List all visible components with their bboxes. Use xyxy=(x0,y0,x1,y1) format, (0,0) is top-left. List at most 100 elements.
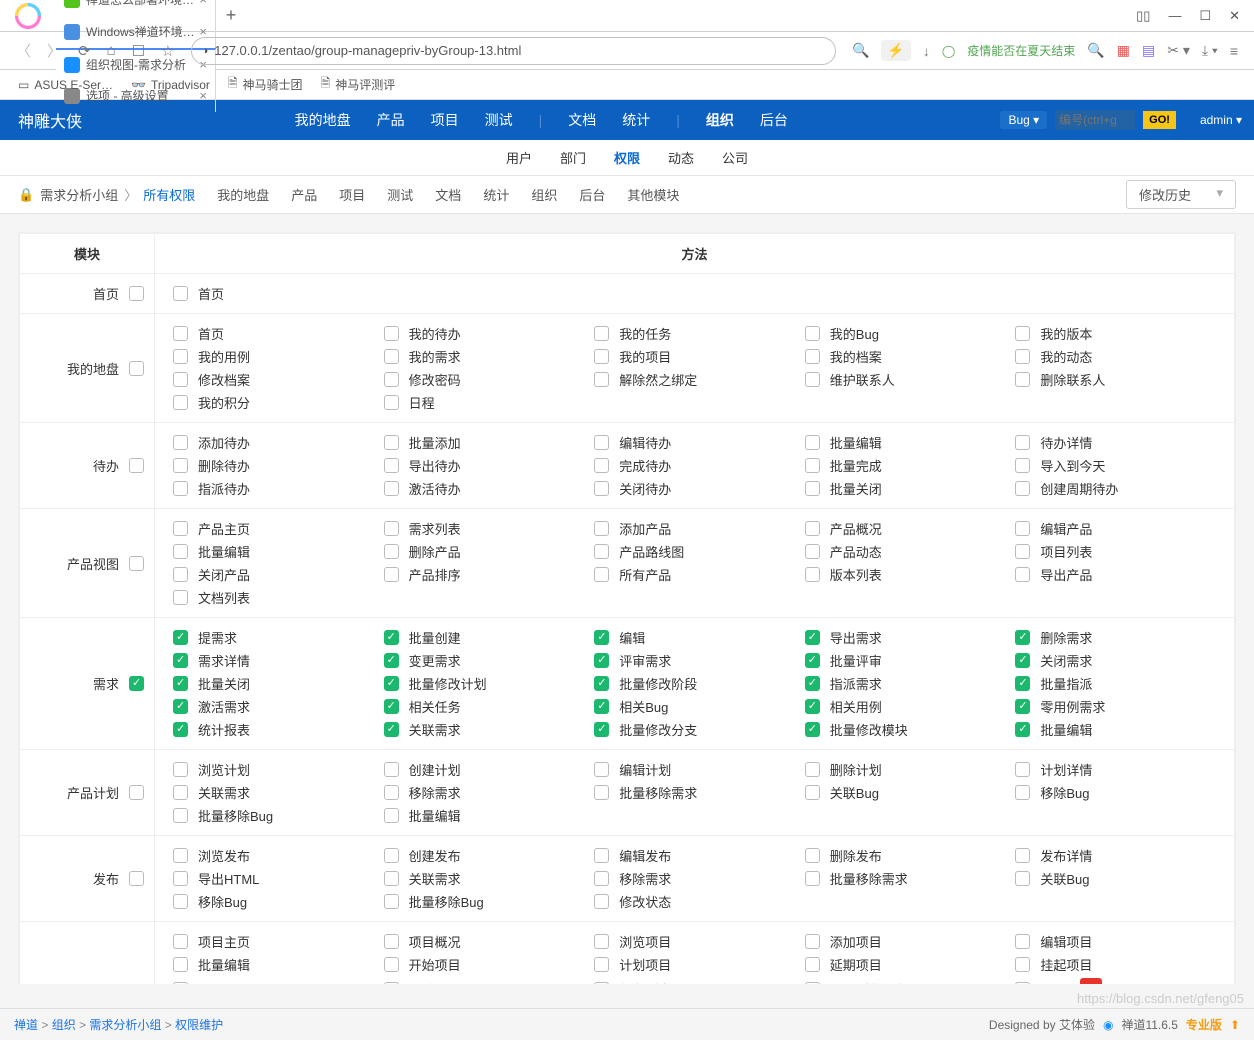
method-item[interactable]: 删除联系人 xyxy=(1015,370,1216,389)
method-checkbox[interactable] xyxy=(594,699,609,714)
method-checkbox[interactable] xyxy=(1015,544,1030,559)
nav-item[interactable]: 我的地盘 xyxy=(295,110,351,130)
method-item[interactable]: 批量编辑 xyxy=(173,542,374,561)
method-item[interactable]: 删除需求 xyxy=(1015,628,1216,647)
method-item[interactable]: 编辑发布 xyxy=(594,846,795,865)
subnav-item[interactable]: 部门 xyxy=(560,148,586,167)
method-item[interactable]: 批量修改阶段 xyxy=(594,674,795,693)
method-item[interactable]: 关联Bug xyxy=(805,783,1006,802)
method-item[interactable]: 维护联系人 xyxy=(805,370,1006,389)
method-item[interactable]: 导入到今天 xyxy=(1015,456,1216,475)
method-item[interactable]: 批量创建 xyxy=(384,628,585,647)
method-checkbox[interactable] xyxy=(384,894,399,909)
nav-item[interactable]: 统计 xyxy=(622,110,650,130)
nav-item[interactable]: 测试 xyxy=(485,110,513,130)
method-checkbox[interactable] xyxy=(1015,676,1030,691)
method-item[interactable]: 批量添加 xyxy=(384,433,585,452)
module-checkbox[interactable] xyxy=(129,458,144,473)
scissors-icon[interactable]: ✂ ▾ xyxy=(1167,42,1190,59)
third-tab[interactable]: 后台 xyxy=(579,185,605,204)
method-checkbox[interactable] xyxy=(384,326,399,341)
method-item[interactable]: 批量关闭 xyxy=(805,479,1006,498)
method-item[interactable]: 批量编辑 xyxy=(805,433,1006,452)
method-checkbox[interactable] xyxy=(805,544,820,559)
method-checkbox[interactable] xyxy=(1015,848,1030,863)
method-checkbox[interactable] xyxy=(805,653,820,668)
method-item[interactable]: 我的积分 xyxy=(173,393,374,412)
method-checkbox[interactable] xyxy=(173,326,188,341)
method-item[interactable]: 挂起项目 xyxy=(1015,955,1216,974)
method-checkbox[interactable] xyxy=(805,699,820,714)
method-checkbox[interactable] xyxy=(805,349,820,364)
method-checkbox[interactable] xyxy=(1015,785,1030,800)
method-checkbox[interactable] xyxy=(1015,567,1030,582)
method-item[interactable]: 批量编辑 xyxy=(1015,720,1216,739)
method-item[interactable]: 移除需求 xyxy=(594,869,795,888)
method-item[interactable]: 项目概况 xyxy=(384,932,585,951)
method-item[interactable]: 我的动态 xyxy=(1015,347,1216,366)
method-item[interactable]: 我的需求 xyxy=(384,347,585,366)
reload-icon[interactable]: ⟳ xyxy=(78,42,91,60)
method-item[interactable]: 解除然之绑定 xyxy=(594,370,795,389)
window-maximize-icon[interactable]: ☐ xyxy=(1199,8,1211,24)
module-checkbox[interactable] xyxy=(129,361,144,376)
module-checkbox[interactable] xyxy=(129,286,144,301)
method-item[interactable]: 提需求 xyxy=(173,628,374,647)
method-item[interactable]: 导出产品 xyxy=(1015,565,1216,584)
method-item[interactable]: 完成待办 xyxy=(594,456,795,475)
method-item[interactable]: 产品路线图 xyxy=(594,542,795,561)
method-checkbox[interactable] xyxy=(173,699,188,714)
bug-dropdown[interactable]: Bug ▾ xyxy=(1000,111,1047,129)
method-checkbox[interactable] xyxy=(805,957,820,972)
method-checkbox[interactable] xyxy=(594,567,609,582)
nav-item[interactable]: 组织 xyxy=(706,110,734,130)
third-tab[interactable]: 统计 xyxy=(483,185,509,204)
history-select[interactable]: 修改历史 ▾ xyxy=(1126,180,1236,209)
method-item[interactable]: 批量指派 xyxy=(1015,674,1216,693)
method-checkbox[interactable] xyxy=(594,785,609,800)
method-checkbox[interactable] xyxy=(594,349,609,364)
method-checkbox[interactable] xyxy=(384,395,399,410)
method-item[interactable]: 创建计划 xyxy=(384,760,585,779)
method-item[interactable]: 激活待办 xyxy=(384,479,585,498)
method-checkbox[interactable] xyxy=(1015,653,1030,668)
method-checkbox[interactable] xyxy=(1015,481,1030,496)
method-item[interactable]: 文档列表 xyxy=(173,588,374,607)
method-checkbox[interactable] xyxy=(173,286,188,301)
method-checkbox[interactable] xyxy=(173,982,188,985)
method-checkbox[interactable] xyxy=(594,630,609,645)
third-tab[interactable]: 组织 xyxy=(531,185,557,204)
method-checkbox[interactable] xyxy=(384,699,399,714)
method-item[interactable]: 批量移除需求 xyxy=(594,783,795,802)
method-item[interactable]: 修改状态 xyxy=(594,892,795,911)
method-item[interactable]: 计划详情 xyxy=(1015,760,1216,779)
method-item[interactable]: 导出HTML xyxy=(173,869,374,888)
method-checkbox[interactable] xyxy=(1015,699,1030,714)
speed-icon[interactable]: ⚡ xyxy=(881,40,910,61)
method-item[interactable]: 批量完成 xyxy=(805,456,1006,475)
new-tab-button[interactable]: + xyxy=(216,5,246,26)
method-item[interactable]: 关联Bug xyxy=(1015,869,1216,888)
method-item[interactable]: 添加产品 xyxy=(594,519,795,538)
method-item[interactable]: 批量移除需求 xyxy=(805,869,1006,888)
method-item[interactable]: 关闭项目 xyxy=(173,978,374,984)
breadcrumb-item[interactable]: 权限维护 xyxy=(175,1018,223,1032)
method-checkbox[interactable] xyxy=(805,871,820,886)
method-checkbox[interactable] xyxy=(384,481,399,496)
admin-menu[interactable]: admin ▾ xyxy=(1200,113,1242,127)
method-item[interactable]: 删除发布 xyxy=(805,846,1006,865)
subnav-item[interactable]: 用户 xyxy=(506,148,532,167)
method-item[interactable]: 添加项目 xyxy=(805,932,1006,951)
method-checkbox[interactable] xyxy=(594,435,609,450)
method-checkbox[interactable] xyxy=(1015,458,1030,473)
method-item[interactable]: 延期项目 xyxy=(805,955,1006,974)
third-tab[interactable]: 文档 xyxy=(435,185,461,204)
third-tab[interactable]: 测试 xyxy=(387,185,413,204)
method-checkbox[interactable] xyxy=(805,785,820,800)
bookmark-item[interactable]: 🗎神马评测评 xyxy=(321,74,396,95)
method-checkbox[interactable] xyxy=(384,653,399,668)
method-item[interactable]: 关闭待办 xyxy=(594,479,795,498)
method-checkbox[interactable] xyxy=(805,848,820,863)
method-checkbox[interactable] xyxy=(173,395,188,410)
method-item[interactable]: 转入S→ xyxy=(1015,978,1216,984)
